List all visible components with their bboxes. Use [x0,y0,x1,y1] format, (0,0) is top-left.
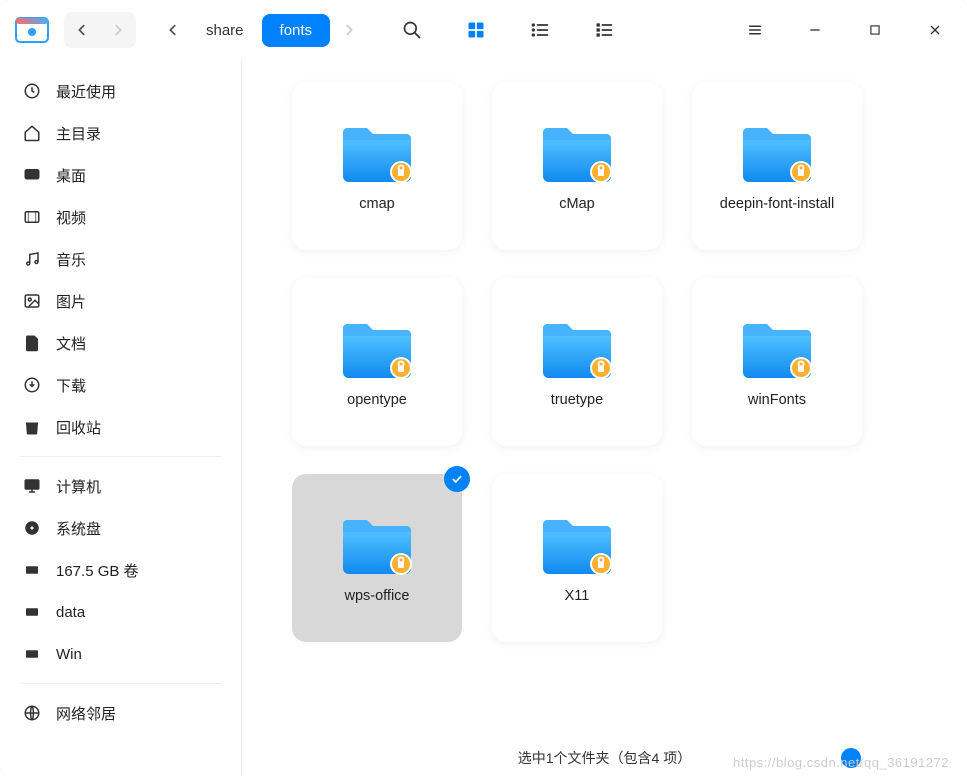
folder-item[interactable]: wps-office [292,474,462,642]
folder-label: cmap [359,196,394,212]
folder-item[interactable]: opentype [292,278,462,446]
folder-label: opentype [347,392,407,408]
folder-item[interactable]: deepin-font-install [692,82,862,250]
folder-label: truetype [551,392,603,408]
home-icon [22,123,42,143]
sidebar-item-win[interactable]: Win [0,633,241,675]
folder-item[interactable]: truetype [492,278,662,446]
sidebar-item-label: 网络邻居 [56,703,116,724]
folder-icon [337,316,417,380]
folder-icon [737,316,817,380]
image-icon [22,291,42,311]
view-icon-grid-button[interactable] [444,6,508,54]
view-detail-button[interactable] [572,6,636,54]
watermark: https://blog.csdn.net/qq_36191272 [733,755,949,770]
selected-check-icon [444,466,470,492]
content-area: cmap cMap deepin-font-install opentype t… [242,60,967,776]
statusbar: 选中1个文件夹（包含4 项） https://blog.csdn.net/qq_… [242,740,967,776]
computer-icon [22,476,42,496]
folder-label: deepin-font-install [720,196,834,212]
folder-label: wps-office [344,588,409,604]
folder-icon [537,316,617,380]
document-icon [22,333,42,353]
sidebar-separator [20,683,221,684]
sidebar-item-label: data [56,604,85,621]
breadcrumb-parent[interactable]: share [188,14,262,47]
sidebar-item-network[interactable]: 网络邻居 [0,692,241,734]
sidebar-item-label: 主目录 [56,123,101,144]
maximize-button[interactable] [851,6,899,54]
drive-icon [22,644,42,664]
desktop-icon [22,165,42,185]
sidebar-item-pictures[interactable]: 图片 [0,280,241,322]
folder-label: X11 [565,588,590,604]
close-button[interactable] [911,6,959,54]
sidebar-item-home[interactable]: 主目录 [0,112,241,154]
sidebar-item-data[interactable]: data [0,591,241,633]
search-button[interactable] [380,6,444,54]
status-text: 选中1个文件夹（包含4 项） [518,748,691,768]
sidebar-item-recent[interactable]: 最近使用 [0,70,241,112]
minimize-button[interactable] [791,6,839,54]
view-list-button[interactable] [508,6,572,54]
folder-item[interactable]: cMap [492,82,662,250]
sidebar-item-label: 系统盘 [56,518,101,539]
drive-icon [22,602,42,622]
sidebar-item-documents[interactable]: 文档 [0,322,241,364]
sidebar-item-volume[interactable]: 167.5 GB 卷 [0,549,241,591]
network-icon [22,703,42,723]
folder-label: winFonts [748,392,806,408]
sidebar-item-downloads[interactable]: 下载 [0,364,241,406]
sidebar-item-label: 音乐 [56,249,86,270]
breadcrumb-forward-icon [334,12,364,48]
folder-icon [337,512,417,576]
sidebar-item-label: 计算机 [56,476,101,497]
folder-icon [537,512,617,576]
file-manager-window: share fonts 最近使用 主目录 桌面 视频 音乐 图片 文档 下载 回… [0,0,967,776]
sidebar-item-label: 下载 [56,375,86,396]
sidebar-item-label: 回收站 [56,417,101,438]
folder-item[interactable]: cmap [292,82,462,250]
body: 最近使用 主目录 桌面 视频 音乐 图片 文档 下载 回收站 计算机 系统盘 1… [0,60,967,776]
sidebar-item-label: 桌面 [56,165,86,186]
titlebar: share fonts [0,0,967,60]
forward-button[interactable] [100,12,136,48]
folder-grid: cmap cMap deepin-font-install opentype t… [242,60,967,740]
video-icon [22,207,42,227]
sidebar-item-sysdisk[interactable]: 系统盘 [0,507,241,549]
nav-buttons [64,12,136,48]
breadcrumb-current[interactable]: fonts [262,14,331,47]
folder-icon [737,120,817,184]
folder-icon [337,120,417,184]
drive-icon [22,560,42,580]
back-button[interactable] [64,12,100,48]
sidebar-item-label: 图片 [56,291,86,312]
breadcrumb-back-icon[interactable] [158,12,188,48]
disk-icon [22,518,42,538]
sidebar-item-label: 最近使用 [56,81,116,102]
breadcrumb: share fonts [158,12,364,48]
clock-icon [22,81,42,101]
sidebar-item-label: Win [56,646,82,663]
sidebar-item-label: 167.5 GB 卷 [56,560,139,581]
app-logo-icon [8,6,56,54]
trash-icon [22,417,42,437]
sidebar-item-computer[interactable]: 计算机 [0,465,241,507]
folder-icon [537,120,617,184]
sidebar-item-label: 文档 [56,333,86,354]
toolbar [380,6,636,54]
sidebar-item-trash[interactable]: 回收站 [0,406,241,448]
folder-item[interactable]: X11 [492,474,662,642]
menu-button[interactable] [731,6,779,54]
music-icon [22,249,42,269]
sidebar: 最近使用 主目录 桌面 视频 音乐 图片 文档 下载 回收站 计算机 系统盘 1… [0,60,242,776]
sidebar-item-desktop[interactable]: 桌面 [0,154,241,196]
sidebar-item-videos[interactable]: 视频 [0,196,241,238]
folder-item[interactable]: winFonts [692,278,862,446]
folder-label: cMap [559,196,594,212]
sidebar-item-label: 视频 [56,207,86,228]
sidebar-separator [20,456,221,457]
download-icon [22,375,42,395]
sidebar-item-music[interactable]: 音乐 [0,238,241,280]
